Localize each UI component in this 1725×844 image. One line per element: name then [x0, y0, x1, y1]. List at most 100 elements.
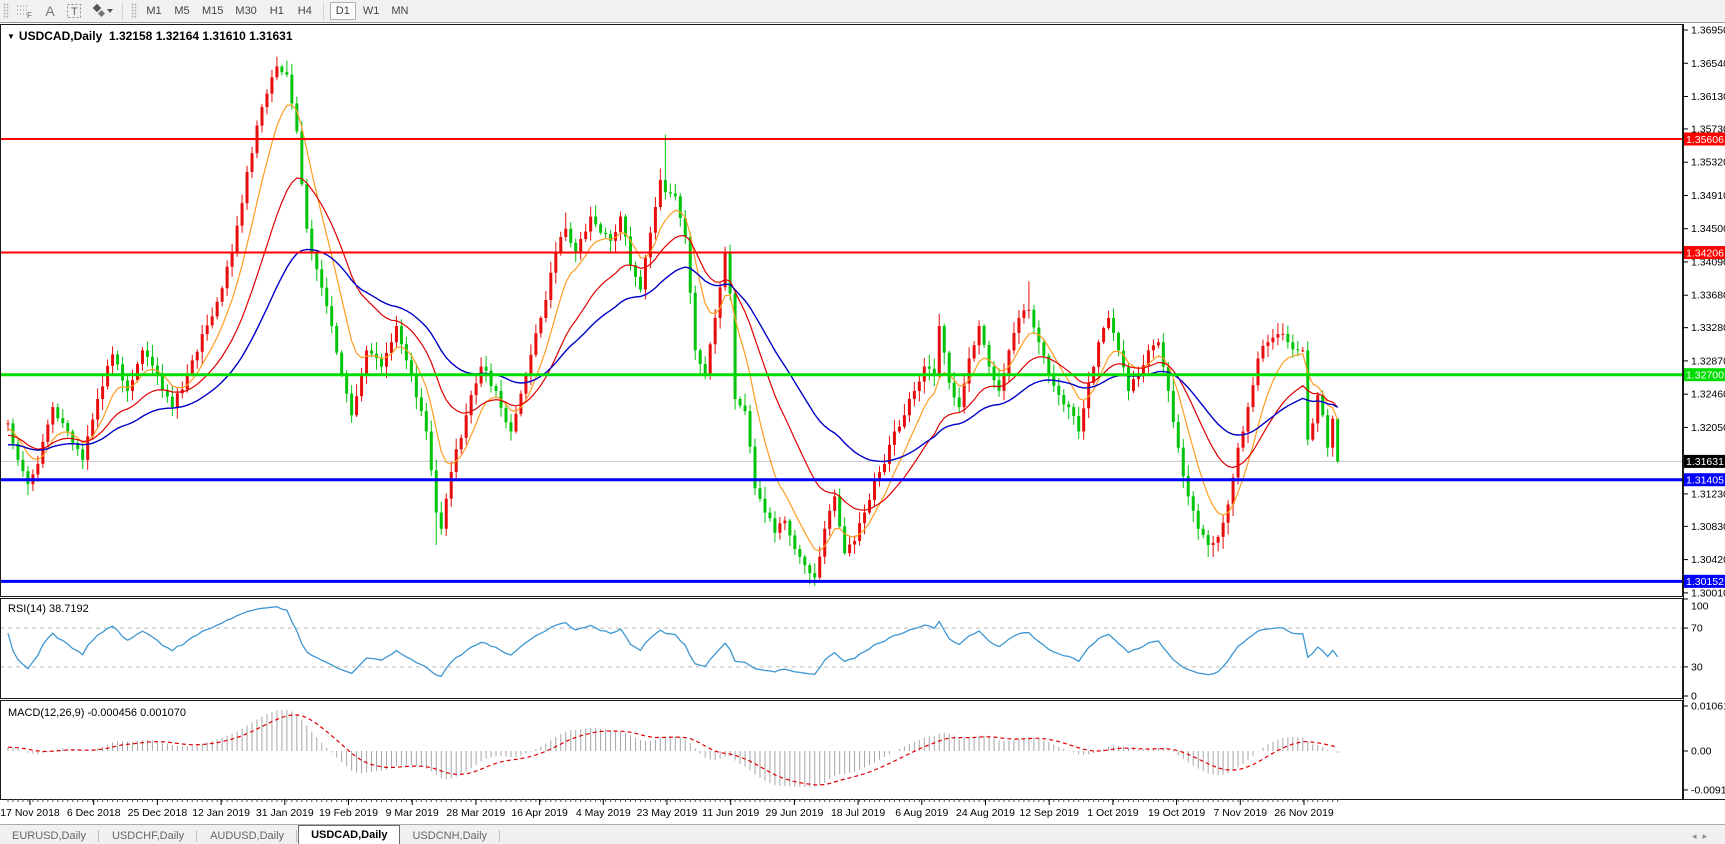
pane-borders [0, 24, 1725, 800]
symbol-title: USDCAD,Daily [19, 29, 102, 43]
svg-text:7 Nov 2019: 7 Nov 2019 [1213, 807, 1267, 819]
svg-text:23 May 2019: 23 May 2019 [637, 807, 698, 819]
rsi-indicator-label: RSI(14) 38.7192 [8, 603, 89, 615]
svg-text:30: 30 [1691, 661, 1703, 673]
svg-text:1.30010: 1.30010 [1691, 587, 1725, 599]
svg-text:F: F [27, 11, 32, 19]
svg-text:100: 100 [1691, 601, 1709, 613]
ohlc-close: 1.31631 [249, 29, 292, 43]
svg-text:1.34500: 1.34500 [1691, 223, 1725, 235]
timeframe-toolbar: M1M5M15M30H1H4 D1W1MN [140, 2, 414, 20]
svg-text:0.00: 0.00 [1691, 746, 1712, 758]
toolbar-drag-handle-2[interactable] [131, 3, 137, 19]
timeframe-button-w1[interactable]: W1 [358, 2, 385, 20]
svg-text:1.31405: 1.31405 [1686, 475, 1724, 487]
time-axis: 17 Nov 2018 6 Dec 2018 25 Dec 2018 12 Jan 2… [0, 799, 1337, 819]
svg-text:T: T [71, 6, 78, 18]
timeframe-button-m30[interactable]: M30 [230, 2, 261, 20]
svg-text:16 Apr 2019: 16 Apr 2019 [511, 807, 568, 819]
svg-text:1.35606: 1.35606 [1686, 134, 1724, 146]
macd-indicator-label: MACD(12,26,9) -0.000456 0.001070 [8, 707, 186, 719]
candlestick-chart-svg[interactable]: 1.369501.365401.361301.357301.353201.349… [0, 24, 1725, 824]
timeframe-button-h1[interactable]: H1 [264, 2, 290, 20]
chart-tab-usdchf[interactable]: USDCHF,Daily [100, 828, 196, 844]
chart-ohlc-header: ▼ USDCAD,Daily 1.32158 1.32164 1.31610 1.… [7, 29, 293, 43]
text-box-icon[interactable]: T [62, 1, 86, 21]
tab-scroll-arrows: ◂▸ [1692, 831, 1713, 842]
svg-text:12 Jan 2019: 12 Jan 2019 [192, 807, 250, 819]
svg-text:28 Mar 2019: 28 Mar 2019 [446, 807, 505, 819]
candles[interactable] [7, 57, 1340, 586]
chart-tab-usdcad[interactable]: USDCAD,Daily [298, 825, 400, 844]
svg-text:1.32050: 1.32050 [1691, 422, 1725, 434]
tab-separator [499, 830, 501, 842]
svg-text:6 Dec 2018: 6 Dec 2018 [67, 807, 121, 819]
ohlc-high: 1.32164 [156, 29, 199, 43]
timeframe-button-mn[interactable]: MN [386, 2, 413, 20]
horizontal-lines[interactable] [0, 139, 1683, 581]
svg-text:1.36950: 1.36950 [1691, 25, 1725, 37]
svg-text:0.010615: 0.010615 [1691, 701, 1725, 713]
svg-text:70: 70 [1691, 623, 1703, 635]
tab-scroll-right-icon[interactable]: ▸ [1702, 831, 1713, 841]
svg-text:1.32870: 1.32870 [1691, 355, 1725, 367]
svg-text:11 Jun 2019: 11 Jun 2019 [702, 807, 759, 819]
toolbar: F A T M1M5M15M30H1H4 D1W1MN [0, 0, 1725, 23]
svg-text:1.30152: 1.30152 [1686, 576, 1724, 588]
svg-text:6 Aug 2019: 6 Aug 2019 [895, 807, 948, 819]
svg-text:17 Nov 2018: 17 Nov 2018 [0, 807, 60, 819]
toolbar-separator [323, 2, 325, 20]
svg-text:1 Oct 2019: 1 Oct 2019 [1087, 807, 1139, 819]
objects-dropdown-icon[interactable] [86, 1, 118, 21]
svg-text:25 Dec 2018: 25 Dec 2018 [128, 807, 188, 819]
text-box-glyph: T [66, 3, 82, 19]
svg-text:19 Feb 2019: 19 Feb 2019 [319, 807, 378, 819]
svg-text:19 Oct 2019: 19 Oct 2019 [1148, 807, 1205, 819]
grid-f-icon[interactable]: F [12, 1, 38, 21]
svg-text:1.34206: 1.34206 [1686, 247, 1724, 259]
svg-text:1.30830: 1.30830 [1691, 521, 1725, 533]
svg-text:29 Jun 2019: 29 Jun 2019 [765, 807, 823, 819]
svg-text:9 Mar 2019: 9 Mar 2019 [386, 807, 439, 819]
svg-text:-0.009185: -0.009185 [1691, 784, 1725, 796]
price-axis: 1.369501.365401.361301.357301.353201.349… [1683, 25, 1725, 797]
svg-text:1.36540: 1.36540 [1691, 58, 1725, 70]
mt4-window: F A T M1M5M15M30H1H4 D1W1MN 1.36950 1.3654… [0, 0, 1725, 844]
chart-tab-eurusd[interactable]: EURUSD,Daily [0, 828, 98, 844]
svg-text:1.35320: 1.35320 [1691, 157, 1725, 169]
timeframe-button-m1[interactable]: M1 [141, 2, 167, 20]
svg-text:31 Jan 2019: 31 Jan 2019 [256, 807, 314, 819]
toolbar-drag-handle[interactable] [3, 3, 9, 19]
rsi-panel [0, 607, 1683, 677]
svg-text:1.32700: 1.32700 [1686, 369, 1724, 381]
tab-scroll-left-icon[interactable]: ◂ [1692, 831, 1703, 841]
label-a-icon[interactable]: A [38, 1, 62, 21]
ohlc-open: 1.32158 [109, 29, 152, 43]
svg-text:1.33280: 1.33280 [1691, 322, 1725, 334]
timeframe-button-h4[interactable]: H4 [292, 2, 318, 20]
svg-text:26 Nov 2019: 26 Nov 2019 [1274, 807, 1334, 819]
svg-text:12 Sep 2019: 12 Sep 2019 [1019, 807, 1079, 819]
collapse-triangle-icon[interactable]: ▼ [7, 32, 15, 41]
chart-tabs: EURUSD,DailyUSDCHF,DailyAUDUSD,DailyUSDC… [0, 825, 501, 844]
chart-tab-audusd[interactable]: AUDUSD,Daily [198, 828, 296, 844]
chart-area[interactable]: 1.369501.365401.361301.357301.353201.349… [0, 24, 1725, 824]
chart-tab-usdcnh[interactable]: USDCNH,Daily [400, 828, 499, 844]
svg-text:1.31230: 1.31230 [1691, 488, 1725, 500]
grid-f-glyph: F [16, 3, 34, 19]
ohlc-low: 1.31610 [202, 29, 245, 43]
svg-text:1.33680: 1.33680 [1691, 290, 1725, 302]
svg-text:1.34910: 1.34910 [1691, 190, 1725, 202]
svg-text:24 Aug 2019: 24 Aug 2019 [956, 807, 1015, 819]
timeframe-button-d1[interactable]: D1 [330, 2, 356, 20]
ma-line-medium [8, 178, 1338, 510]
timeframe-button-m5[interactable]: M5 [169, 2, 195, 20]
svg-text:18 Jul 2019: 18 Jul 2019 [831, 807, 885, 819]
chart-tab-bar: EURUSD,DailyUSDCHF,DailyAUDUSD,DailyUSDC… [0, 824, 1725, 844]
svg-text:1.30420: 1.30420 [1691, 554, 1725, 566]
svg-text:1.31631: 1.31631 [1686, 456, 1724, 468]
timeframe-button-m15[interactable]: M15 [197, 2, 228, 20]
macd-panel [8, 710, 1338, 787]
svg-text:1.36130: 1.36130 [1691, 91, 1725, 103]
toolbar-separator [122, 2, 124, 20]
